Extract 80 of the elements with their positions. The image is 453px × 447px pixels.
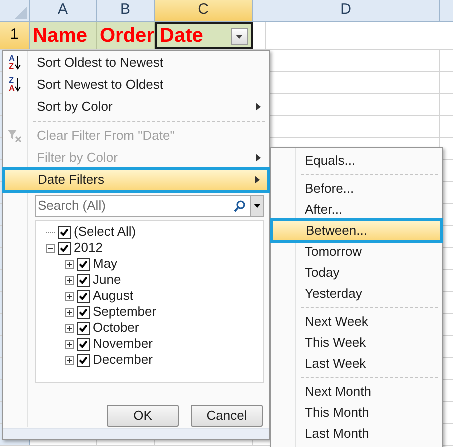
row-header[interactable]: 1 [0,22,30,49]
menu-item-label: Clear Filter From "Date" [36,127,175,146]
table-cell: Date [155,22,253,49]
tree-item-label: November [93,335,153,354]
menu-item-label: Yesterday [304,284,362,303]
dialog-button[interactable]: Cancel [191,405,263,427]
table-cell: Order [97,22,155,49]
tree-item-label: December [93,351,153,370]
tree-item-label: (Select All) [74,223,136,242]
expand-icon[interactable] [65,308,74,316]
menu-item[interactable]: Before... [271,178,442,199]
tree-item-label: June [93,271,122,290]
expand-icon[interactable] [65,356,74,364]
column-header[interactable]: C [155,0,253,21]
expand-icon[interactable] [65,324,74,332]
menu-item[interactable]: Next Month [271,381,442,402]
menu-item[interactable]: Z A Sort Newest to Oldest [3,74,269,96]
menu-item[interactable]: A Z Sort Oldest to Newest [3,52,269,74]
menu-item-label: Filter by Color [36,149,118,168]
menu-item[interactable]: Tomorrow [271,241,442,262]
menu-item-label: Tomorrow [304,242,362,261]
checkbox[interactable] [58,226,71,238]
menu-item-label: After... [304,200,343,219]
collapse-icon[interactable] [46,244,55,252]
checkbox[interactable] [77,322,90,334]
caret-icon [254,204,260,208]
menu-item-label: Between... [305,222,368,240]
tree-item-label: October [93,319,140,338]
menu-item[interactable]: Date Filters [4,169,268,191]
menu-item-label: Last Month [304,424,370,443]
menu-item[interactable]: After... [271,199,442,220]
tree-item-label: August [93,287,134,306]
corner-triangle-icon [15,7,27,19]
menu-item[interactable]: Last Month [271,423,442,444]
menu-item[interactable]: This Week [271,332,442,353]
checkbox[interactable] [77,338,90,350]
column-header[interactable]: D [253,0,440,21]
checkbox[interactable] [77,258,90,270]
expand-icon[interactable] [65,260,74,268]
menu-item[interactable]: Equals... [271,150,442,171]
menu-item-label: Equals... [304,152,356,170]
dialog-button[interactable]: OK [107,405,179,427]
menu-item-label: Next Week [304,312,368,331]
filter-dropdown-button[interactable] [231,28,248,45]
tree-item-label: September [93,303,157,322]
checkbox[interactable] [77,290,90,302]
expand-icon[interactable] [65,340,74,348]
menu-item[interactable]: This Month [271,402,442,423]
menu-item[interactable]: Next Week [271,311,442,332]
menu-item-label: Date Filters [37,171,104,190]
search-icon [234,200,246,212]
menu-item-label: Next Month [304,382,372,401]
search-field[interactable]: Search (All) [36,196,234,216]
expand-icon[interactable] [65,276,74,284]
menu-item[interactable]: Between... [272,220,441,241]
checkbox[interactable] [77,274,90,286]
caret-icon [236,34,243,38]
checkbox[interactable] [77,354,90,366]
column-header[interactable]: A [30,0,97,21]
menu-item-label: Before... [304,180,354,198]
tree-item-label: 2012 [74,239,103,258]
checkbox[interactable] [77,306,90,318]
menu-item-label: This Month [304,404,370,422]
menu-item-label: Last Week [304,354,366,373]
menu-item[interactable]: Last Week [271,353,442,374]
table-cell: Name [30,22,97,49]
dropdown-button[interactable] [250,196,263,216]
menu-item-label: Today [304,264,340,282]
search-box[interactable]: Search (All) [35,195,264,217]
menu-item-label: This Week [304,334,366,352]
menu-item[interactable]: Today [271,262,442,283]
menu-item[interactable]: Sort by Color [3,96,269,118]
menu-item-label: Sort by Color [36,98,113,116]
checkbox[interactable] [58,242,71,254]
tree-item-label: May [93,255,118,274]
menu-item-label: Sort Oldest to Newest [36,54,164,72]
menu-item[interactable]: Yesterday [271,283,442,304]
clear-filter-icon [8,130,22,142]
expand-icon[interactable] [65,292,74,300]
menu-item-label: Sort Newest to Oldest [36,76,164,94]
